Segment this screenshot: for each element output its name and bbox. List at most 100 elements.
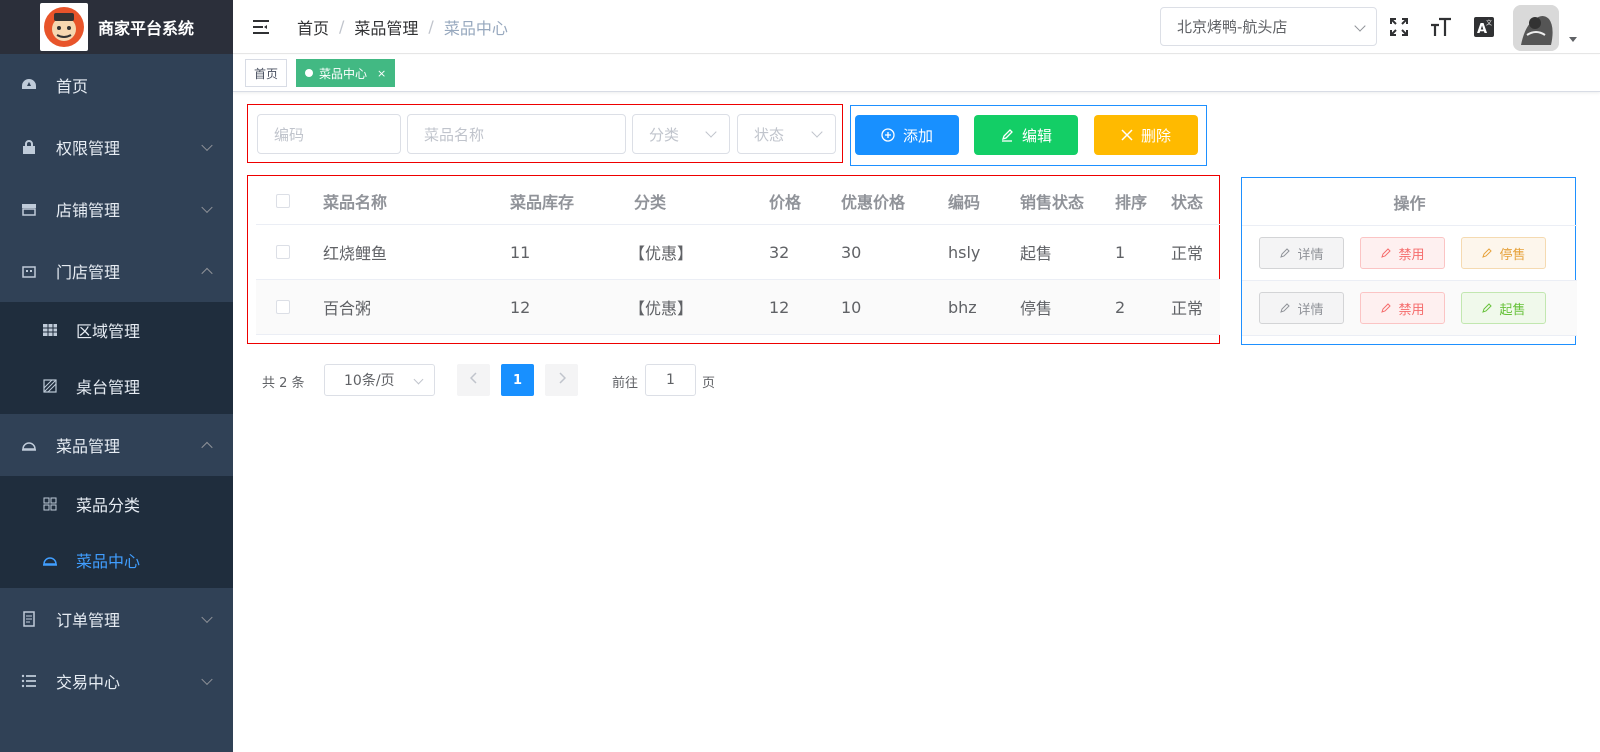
fullscreen-icon[interactable]	[1388, 16, 1410, 38]
table-row[interactable]: 百合粥 12 【优惠】 12 10 bhz 停售 2 正常	[256, 280, 1220, 335]
detail-button-label: 详情	[1297, 302, 1324, 318]
edit-icon	[1279, 302, 1291, 314]
goto-page-input[interactable]: 1	[645, 364, 696, 396]
row-checkbox[interactable]	[276, 245, 290, 259]
dashboard-icon	[20, 76, 38, 94]
page-suffix: 页	[702, 376, 716, 391]
edit-icon	[1380, 247, 1392, 259]
op-header: 操作	[1242, 178, 1577, 226]
submenu-store: 区域管理 桌台管理	[0, 302, 233, 414]
start-sale-button[interactable]: 起售	[1461, 292, 1546, 324]
status-select[interactable]: 状态	[737, 114, 836, 154]
op-row: 详情 禁用 起售	[1242, 281, 1577, 336]
sidebar-item-shop[interactable]: 店铺管理	[0, 178, 233, 240]
building-icon	[20, 262, 38, 280]
sidebar-item-label: 菜品分类	[76, 496, 141, 515]
category-select[interactable]: 分类	[632, 114, 730, 154]
active-dot-icon	[305, 69, 313, 77]
sidebar-item-area[interactable]: 区域管理	[0, 302, 233, 358]
name-input-placeholder: 菜品名称	[424, 125, 485, 144]
select-all-checkbox[interactable]	[276, 193, 290, 208]
op-row: 详情 禁用 停售	[1242, 226, 1577, 281]
sidebar-item-label: 菜品管理	[56, 437, 121, 456]
action-buttons: 添加 编辑 删除	[850, 105, 1207, 166]
select-all-checkbox-cell	[276, 177, 290, 224]
add-button[interactable]: 添加	[855, 115, 959, 155]
filter-form: 编码 菜品名称 分类 状态	[247, 104, 843, 163]
caret-down-icon[interactable]	[1569, 37, 1577, 42]
sidebar-item-order[interactable]: 订单管理	[0, 588, 233, 650]
row-checkbox[interactable]	[276, 300, 290, 314]
page-size-select[interactable]: 10条/页	[324, 364, 435, 396]
sidebar-item-label: 区域管理	[76, 322, 141, 341]
tag-dish-center[interactable]: 菜品中心 ×	[296, 59, 396, 87]
header-name[interactable]: 菜品名称	[323, 177, 387, 224]
breadcrumb-home[interactable]: 首页	[297, 15, 329, 39]
disable-button-label: 禁用	[1398, 302, 1425, 318]
font-size-icon[interactable]	[1430, 16, 1452, 38]
chevron-down-icon	[1354, 20, 1366, 32]
grid-table-icon	[42, 322, 58, 338]
store-select[interactable]: 北京烤鸭-航头店	[1160, 7, 1377, 46]
prev-page-button[interactable]	[457, 364, 490, 396]
sidebar-item-home[interactable]: 首页	[0, 54, 233, 116]
edit-button[interactable]: 编辑	[974, 115, 1078, 155]
header-price[interactable]: 价格	[769, 177, 801, 224]
cell-stock: 12	[510, 297, 531, 317]
sidebar-item-dish-center[interactable]: 菜品中心	[0, 532, 233, 588]
disable-button[interactable]: 禁用	[1360, 237, 1445, 269]
sidebar-item-table[interactable]: 桌台管理	[0, 358, 233, 414]
cell-category: 【优惠】	[629, 244, 694, 263]
code-input[interactable]: 编码	[257, 114, 401, 154]
sidebar-item-trade[interactable]: 交易中心	[0, 650, 233, 712]
cell-discount: 30	[841, 242, 862, 262]
sidebar-item-dish-category[interactable]: 菜品分类	[0, 476, 233, 532]
delete-button[interactable]: 删除	[1094, 115, 1198, 155]
breadcrumb-dish[interactable]: 菜品管理	[354, 15, 418, 39]
add-button-label: 添加	[902, 126, 933, 145]
header-discount[interactable]: 优惠价格	[841, 177, 905, 224]
detail-button[interactable]: 详情	[1259, 292, 1344, 324]
detail-button-label: 详情	[1297, 247, 1324, 263]
tag-home[interactable]: 首页	[245, 59, 288, 87]
cell-sale-status: 停售	[1020, 299, 1053, 318]
header-stock[interactable]: 菜品库存	[510, 177, 574, 224]
close-icon	[1121, 129, 1133, 141]
header-status[interactable]: 状态	[1171, 177, 1203, 224]
sidebar-item-store[interactable]: 门店管理	[0, 240, 233, 302]
sidebar-item-label: 权限管理	[56, 139, 121, 158]
pagination-total: 共 2 条	[262, 376, 305, 391]
header-code[interactable]: 编码	[948, 177, 980, 224]
tags-view: 首页 菜品中心 ×	[233, 55, 1600, 92]
hatch-icon	[42, 378, 58, 394]
table-row[interactable]: 红烧鲤鱼 11 【优惠】 32 30 hsly 起售 1 正常	[256, 225, 1220, 280]
logo-area: 商家平台系统	[0, 0, 233, 54]
header-sort[interactable]: 排序	[1115, 177, 1147, 224]
avatar[interactable]	[1513, 5, 1559, 51]
cell-name: 百合粥	[323, 299, 372, 318]
stop-sale-button-label: 停售	[1499, 247, 1526, 263]
header-sale-status[interactable]: 销售状态	[1020, 177, 1084, 224]
status-select-placeholder: 状态	[754, 125, 785, 144]
translate-icon[interactable]: A文	[1473, 16, 1495, 38]
next-page-button[interactable]	[545, 364, 578, 396]
app-title: 商家平台系统	[98, 19, 195, 38]
page-number-1[interactable]: 1	[501, 364, 534, 396]
sidebar-item-dish[interactable]: 菜品管理	[0, 414, 233, 476]
name-input[interactable]: 菜品名称	[407, 114, 626, 154]
detail-button[interactable]: 详情	[1259, 237, 1344, 269]
sidebar-item-permission[interactable]: 权限管理	[0, 116, 233, 178]
header-category[interactable]: 分类	[634, 177, 666, 224]
stop-sale-button[interactable]: 停售	[1461, 237, 1546, 269]
delete-button-label: 删除	[1140, 126, 1171, 145]
cell-price: 32	[769, 242, 790, 262]
hamburger-icon[interactable]	[251, 17, 271, 37]
category-select-placeholder: 分类	[649, 125, 680, 144]
close-icon[interactable]: ×	[377, 67, 386, 80]
start-sale-button-label: 起售	[1499, 302, 1526, 318]
sidebar-item-label: 菜品中心	[76, 552, 141, 571]
chevron-right-icon	[558, 372, 566, 388]
cell-code: bhz	[948, 297, 977, 317]
edit-icon	[1481, 247, 1493, 259]
disable-button[interactable]: 禁用	[1360, 292, 1445, 324]
